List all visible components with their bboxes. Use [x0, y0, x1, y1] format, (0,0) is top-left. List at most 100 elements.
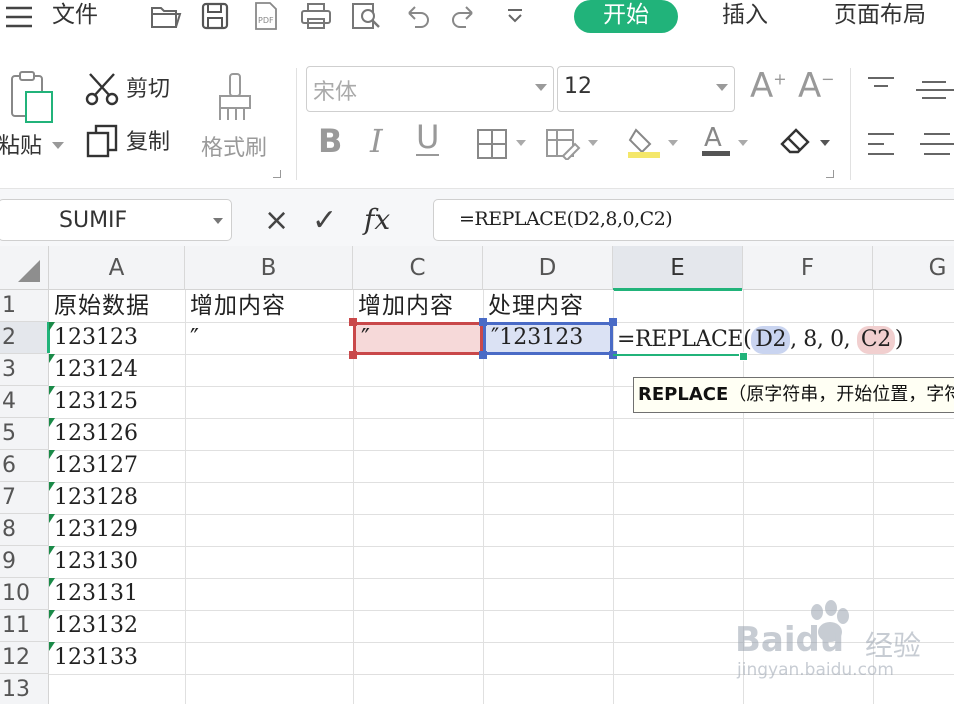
row-header[interactable]: 11 — [0, 610, 49, 642]
export-pdf-icon[interactable]: PDF — [251, 0, 281, 32]
row-header[interactable]: 3 — [0, 354, 49, 386]
bold-button[interactable]: B — [318, 122, 342, 160]
range-handle[interactable] — [349, 351, 357, 359]
tab-page-layout[interactable]: 页面布局 — [834, 0, 926, 30]
italic-button[interactable]: I — [370, 122, 383, 160]
column-header-f[interactable]: F — [743, 246, 873, 290]
paste-button[interactable]: 粘贴 — [0, 134, 42, 160]
row-header[interactable]: 12 — [0, 642, 49, 674]
name-box[interactable]: SUMIF — [0, 199, 232, 241]
borders-icon[interactable] — [476, 128, 508, 164]
cancel-formula-button[interactable]: × — [264, 203, 289, 238]
cell-d1[interactable]: 处理内容 — [483, 290, 584, 322]
row-header[interactable]: 8 — [0, 514, 49, 546]
row-header[interactable]: 2 — [0, 322, 50, 354]
save-icon[interactable] — [200, 1, 230, 31]
range-handle[interactable] — [479, 318, 487, 326]
row-header[interactable]: 7 — [0, 482, 49, 514]
confirm-formula-button[interactable]: ✓ — [312, 203, 337, 238]
print-icon[interactable] — [300, 2, 332, 30]
clipboard-dialog-launcher-icon[interactable] — [273, 170, 281, 178]
cell-style-icon[interactable] — [545, 128, 581, 164]
redo-icon[interactable] — [450, 3, 478, 29]
column-header-g[interactable]: G — [873, 246, 954, 290]
align-top-icon[interactable] — [866, 76, 896, 100]
fill-color-icon[interactable] — [626, 124, 662, 164]
cell-a1[interactable]: 原始数据 — [49, 290, 150, 322]
range-handle[interactable] — [349, 318, 357, 326]
range-handle[interactable] — [479, 351, 487, 359]
font-name-dropdown-arrow-icon[interactable] — [535, 84, 547, 91]
open-folder-icon[interactable] — [150, 2, 182, 30]
customize-toolbar-chevron-icon[interactable] — [505, 8, 525, 24]
align-left-icon[interactable] — [866, 130, 896, 164]
menu-file[interactable]: 文件 — [52, 0, 98, 30]
font-name-combo[interactable]: 宋体 — [306, 66, 554, 112]
paste-icon[interactable] — [6, 70, 56, 130]
cell-d2-reference-highlight[interactable]: ″123123 — [483, 322, 613, 355]
column-header-b[interactable]: B — [185, 246, 353, 290]
cell-a11[interactable]: 123132 — [49, 610, 185, 642]
cell-a6[interactable]: 123127 — [49, 450, 185, 482]
column-header-c[interactable]: C — [353, 246, 483, 290]
cell-a10[interactable]: 123131 — [49, 578, 185, 610]
font-color-icon[interactable]: A — [700, 122, 732, 162]
cell-c2-reference-highlight[interactable]: ″ — [353, 322, 483, 355]
copy-button[interactable]: 复制 — [126, 130, 170, 156]
insert-function-button[interactable]: fx — [364, 203, 390, 236]
cell-a2[interactable]: 123123 — [49, 322, 185, 354]
cell-a9[interactable]: 123130 — [49, 546, 185, 578]
paste-dropdown-arrow-icon[interactable] — [52, 142, 64, 149]
format-painter-icon[interactable] — [216, 72, 254, 130]
clear-format-eraser-icon[interactable] — [778, 126, 814, 160]
formula-ref-d2[interactable]: D2 — [751, 326, 791, 354]
align-center-icon[interactable] — [918, 130, 954, 164]
cell-c1[interactable]: 增加内容 — [353, 290, 454, 322]
row-header[interactable]: 6 — [0, 450, 49, 482]
cell-e2-formula-edit[interactable]: =REPLACE(D2, 8, 0, C2) — [614, 324, 903, 356]
underline-button[interactable]: U — [416, 120, 440, 156]
font-size-combo[interactable]: 12 — [557, 66, 735, 112]
clear-format-dropdown-arrow-icon[interactable] — [820, 140, 830, 146]
tab-home[interactable]: 开始 — [574, 0, 678, 33]
formula-input[interactable]: =REPLACE(D2,8,0,C2) — [433, 199, 954, 241]
row-header[interactable]: 10 — [0, 578, 49, 610]
cell-a7[interactable]: 123128 — [49, 482, 185, 514]
column-header-e[interactable]: E — [613, 246, 743, 291]
row-header[interactable]: 4 — [0, 386, 49, 418]
cell-a8[interactable]: 123129 — [49, 514, 185, 546]
cell-a4[interactable]: 123125 — [49, 386, 185, 418]
fill-color-dropdown-arrow-icon[interactable] — [668, 140, 678, 146]
formula-ref-c2[interactable]: C2 — [856, 326, 895, 354]
tooltip-function-name[interactable]: REPLACE — [638, 384, 728, 405]
font-dialog-launcher-icon[interactable] — [826, 170, 834, 178]
cell-a3[interactable]: 123124 — [49, 354, 185, 386]
row-header[interactable]: 13 — [0, 674, 49, 704]
cell-b1[interactable]: 增加内容 — [185, 290, 286, 322]
cut-button[interactable]: 剪切 — [126, 77, 170, 103]
font-size-dropdown-arrow-icon[interactable] — [716, 84, 728, 91]
name-box-dropdown-arrow-icon[interactable] — [213, 218, 223, 224]
row-header[interactable]: 1 — [0, 290, 49, 322]
undo-icon[interactable] — [403, 3, 431, 29]
align-middle-icon[interactable] — [914, 80, 954, 106]
copy-icon[interactable] — [86, 124, 118, 162]
tab-insert[interactable]: 插入 — [722, 0, 768, 30]
format-painter-button[interactable]: 格式刷 — [201, 136, 267, 162]
hamburger-menu-icon[interactable] — [4, 6, 34, 32]
column-header-d[interactable]: D — [483, 246, 613, 290]
increase-font-size-button[interactable]: A+ — [750, 66, 787, 106]
scissors-icon[interactable] — [84, 72, 120, 110]
borders-dropdown-arrow-icon[interactable] — [516, 140, 526, 146]
row-header[interactable]: 5 — [0, 418, 49, 450]
print-preview-icon[interactable] — [350, 1, 382, 31]
column-header-a[interactable]: A — [49, 246, 185, 290]
cell-a12[interactable]: 123133 — [49, 642, 185, 674]
decrease-font-size-button[interactable]: A− — [798, 66, 835, 106]
select-all-button[interactable] — [0, 246, 49, 290]
cell-b2[interactable]: ″ — [185, 322, 199, 354]
font-color-dropdown-arrow-icon[interactable] — [738, 140, 748, 146]
cell-a5[interactable]: 123126 — [49, 418, 185, 450]
row-header[interactable]: 9 — [0, 546, 49, 578]
cell-style-dropdown-arrow-icon[interactable] — [588, 140, 598, 146]
